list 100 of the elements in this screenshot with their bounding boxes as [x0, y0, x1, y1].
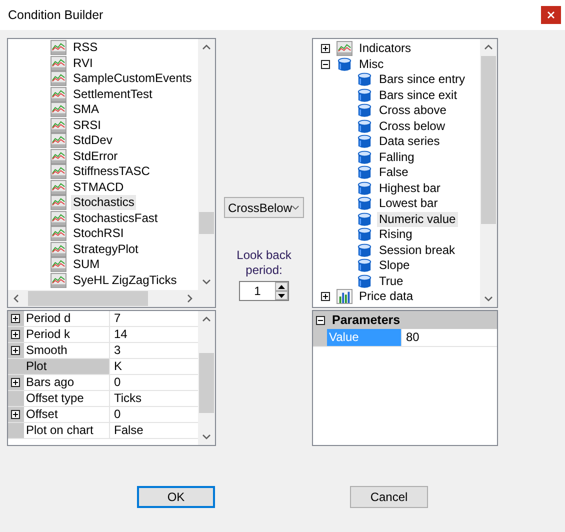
list-item[interactable]: STMACD	[71, 180, 126, 195]
tree-item[interactable]: True	[377, 274, 406, 289]
tree-item[interactable]: Rising	[377, 227, 414, 242]
vertical-scrollbar[interactable]	[198, 311, 215, 445]
cylinder-icon	[356, 118, 373, 134]
ok-button[interactable]: OK	[137, 486, 215, 508]
cylinder-icon	[356, 72, 373, 88]
list-item[interactable]: Stochastics	[71, 195, 136, 210]
scroll-thumb[interactable]	[199, 212, 214, 234]
scroll-thumb[interactable]	[481, 56, 496, 224]
list-item[interactable]: RSS	[71, 40, 100, 56]
chart-icon	[50, 195, 67, 210]
cylinder-icon	[356, 180, 373, 196]
close-button[interactable]	[541, 6, 561, 24]
expand-icon[interactable]	[321, 44, 330, 54]
property-name[interactable]: Plot on chart	[24, 423, 110, 438]
chart-icon	[50, 242, 67, 257]
bar-chart-icon	[336, 289, 353, 304]
window-title: Condition Builder	[8, 8, 104, 22]
chart-icon	[50, 210, 67, 226]
vertical-scrollbar[interactable]	[480, 39, 497, 307]
scroll-thumb[interactable]	[199, 353, 214, 413]
tree-item[interactable]: Cross above	[377, 103, 448, 118]
tree-item[interactable]: Highest bar	[377, 180, 442, 196]
cylinder-icon	[356, 150, 373, 165]
tree-item[interactable]: Slope	[377, 258, 412, 274]
property-name[interactable]: Offset	[24, 407, 110, 422]
tree-item[interactable]: Data series	[377, 134, 442, 150]
tree-node[interactable]: Misc	[357, 56, 386, 72]
property-name[interactable]: Bars ago	[24, 375, 110, 390]
list-item[interactable]: SettlementTest	[71, 86, 154, 102]
tree-item[interactable]: Falling	[377, 150, 416, 165]
property-name[interactable]: Plot	[24, 359, 110, 374]
tree-item[interactable]: Numeric value	[377, 212, 458, 227]
cylinder-icon	[356, 227, 373, 242]
chart-icon	[50, 148, 67, 164]
property-value[interactable]: K	[110, 359, 198, 374]
chart-icon	[336, 41, 353, 56]
cylinder-icon	[356, 274, 373, 289]
cancel-button[interactable]: Cancel	[350, 486, 428, 508]
tree-item[interactable]: False	[377, 165, 410, 180]
tree-node[interactable]: Price data	[357, 289, 416, 304]
chart-icon	[50, 40, 67, 56]
list-item[interactable]: SMA	[71, 102, 102, 118]
chart-icon	[50, 257, 67, 272]
cylinder-icon	[356, 258, 373, 274]
property-name[interactable]: Period k	[24, 327, 110, 342]
expand-icon[interactable]	[10, 314, 20, 323]
expand-icon[interactable]	[321, 292, 330, 302]
property-value[interactable]: 3	[110, 343, 198, 358]
look-back-label: Look back period:	[236, 248, 292, 278]
chart-icon	[50, 272, 67, 288]
property-value[interactable]: Ticks	[110, 391, 198, 406]
collapse-icon[interactable]	[316, 316, 325, 324]
property-value[interactable]: False	[110, 423, 198, 438]
property-name[interactable]: Period d	[24, 311, 110, 326]
property-name[interactable]: Offset type	[24, 391, 110, 406]
tree-item[interactable]: Lowest bar	[377, 196, 440, 212]
scroll-thumb[interactable]	[28, 291, 148, 306]
vertical-scrollbar[interactable]	[198, 39, 215, 290]
chart-icon	[50, 226, 67, 242]
caret-icon	[292, 204, 299, 210]
expand-icon[interactable]	[10, 346, 20, 355]
list-item[interactable]: SRSI	[71, 118, 104, 133]
parameter-value[interactable]: 80	[402, 329, 497, 346]
expand-icon[interactable]	[10, 378, 20, 387]
chart-icon	[50, 164, 67, 180]
list-item[interactable]: StochasticsFast	[71, 210, 160, 226]
list-item[interactable]: SampleCustomEvents	[71, 71, 194, 86]
list-item[interactable]: SyeHL ZigZagTicks	[71, 272, 179, 288]
list-item[interactable]: StrategyPlot	[71, 242, 140, 257]
expand-icon[interactable]	[10, 410, 20, 419]
horizontal-scrollbar[interactable]	[8, 290, 215, 307]
tree-item[interactable]: Session break	[377, 242, 458, 258]
operator-dropdown[interactable]: CrossBelow	[224, 197, 304, 218]
list-item[interactable]: StdError	[71, 148, 120, 164]
tree-item[interactable]: Bars since exit	[377, 88, 460, 103]
list-item[interactable]: StochRSI	[71, 226, 126, 242]
chart-icon	[50, 56, 67, 71]
list-item[interactable]: StiffnessTASC	[71, 164, 152, 180]
cylinder-icon	[356, 212, 373, 227]
tree-item[interactable]: Cross below	[377, 118, 448, 134]
list-item[interactable]: StdDev	[71, 133, 114, 148]
tree-item[interactable]: Bars since entry	[377, 72, 468, 88]
property-value[interactable]: 0	[110, 375, 198, 390]
tree-node[interactable]: Indicators	[357, 41, 414, 56]
chart-icon	[50, 118, 67, 133]
cylinder-icon	[356, 165, 373, 180]
cylinder-icon	[356, 134, 373, 150]
list-item[interactable]: SUM	[71, 257, 102, 272]
collapse-icon[interactable]	[321, 60, 330, 69]
property-value[interactable]: 0	[110, 407, 198, 422]
property-value[interactable]: 7	[110, 311, 198, 326]
expand-icon[interactable]	[10, 330, 20, 339]
property-name[interactable]: Smooth	[24, 343, 110, 358]
cylinder-icon	[356, 103, 373, 118]
property-value[interactable]: 14	[110, 327, 198, 342]
category-header: Parameters	[332, 313, 400, 327]
cylinder-icon	[356, 242, 373, 258]
list-item[interactable]: RVI	[71, 56, 95, 71]
